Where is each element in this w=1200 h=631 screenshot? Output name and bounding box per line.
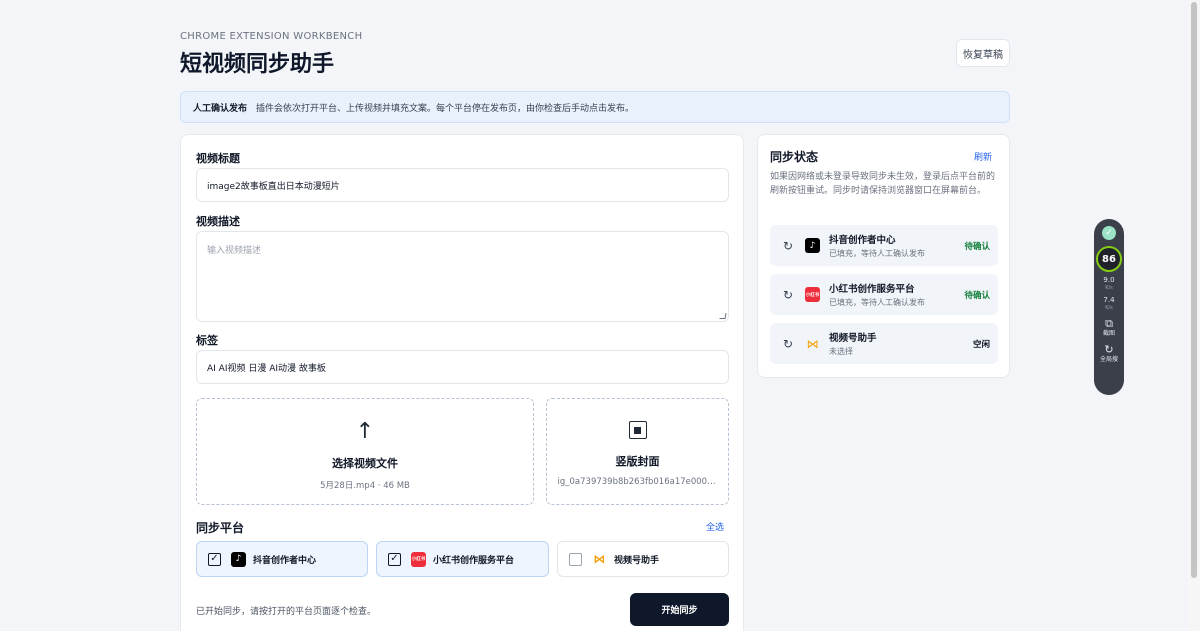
platform-option-douyin[interactable]: ✓ ♪ 抖音创作者中心: [196, 541, 368, 577]
screenshot-label: 截图: [1102, 330, 1115, 337]
cover-file-info: ig_0a739739b8b263fb016a17e0002...: [557, 477, 718, 487]
platform-name: 抖音创作者中心: [253, 555, 317, 566]
select-all-link[interactable]: 全选: [706, 520, 724, 533]
status-platform-name: 抖音创作者中心: [829, 235, 896, 246]
download-speed: 7.4 K/s: [1103, 296, 1114, 312]
platform-name: 小红书创作服务平台: [433, 555, 515, 566]
scrollbar-thumb[interactable]: [1191, 2, 1197, 578]
sync-status-card: 同步状态 刷新 如果因网络或未登录导致同步未生效，登录后点平台前的刷新按钮重试。…: [757, 134, 1010, 378]
xiaohongshu-icon: 小红书: [805, 287, 820, 302]
xiaohongshu-icon: 小红书: [411, 551, 426, 567]
description-textarea[interactable]: 输入视频描述: [196, 231, 729, 322]
status-badge: 待确认: [964, 290, 990, 301]
title-input[interactable]: image2故事板直出日本动漫短片: [196, 168, 729, 202]
wechat-channels-icon: ⋈: [806, 336, 819, 351]
checkbox-checked-icon[interactable]: ✓: [208, 552, 221, 566]
status-platform-detail: 已填充，等待人工确认发布: [829, 249, 925, 258]
upload-speed-unit: K/s: [1105, 285, 1113, 291]
retry-refresh-icon[interactable]: ↻: [783, 337, 805, 351]
header-eyebrow: CHROME EXTENSION WORKBENCH: [180, 31, 363, 42]
check-circle-icon[interactable]: ✓: [1102, 226, 1116, 240]
platform-name: 视频号助手: [614, 555, 660, 566]
douyin-icon: ♪: [805, 238, 820, 253]
refresh-link[interactable]: 刷新: [974, 150, 992, 163]
search-refresh-icon: ↻: [1104, 343, 1114, 356]
status-item-wechat-channels: ↻ ⋈ 视频号助手 未选择 空闲: [770, 323, 998, 364]
page-title: 短视频同步助手: [180, 52, 335, 77]
notice-banner: 人工确认发布 插件会依次打开平台、上传视频并填充文案。每个平台停在发布页，由你检…: [180, 91, 1010, 123]
platforms-title: 同步平台: [196, 521, 245, 535]
status-item-douyin: ↻ ♪ 抖音创作者中心 已填充，等待人工确认发布 待确认: [770, 225, 998, 266]
platform-option-wechat-channels[interactable]: ⋈ 视频号助手: [557, 541, 729, 577]
floating-monitor-widget: ✓ 86 9.0 K/s 7.4 K/s ⧉ 截图 ↻ 全局搜: [1094, 219, 1124, 395]
video-upload-dropzone[interactable]: ↑ 选择视频文件 5月28日.mp4 · 46 MB: [196, 398, 534, 505]
sync-status-text: 已开始同步，请按打开的平台页面逐个检查。: [196, 607, 377, 617]
restore-draft-button[interactable]: 恢复草稿: [956, 39, 1010, 67]
status-badge: 空闲: [972, 339, 990, 350]
platform-option-xiaohongshu[interactable]: ✓ 小红书 小红书创作服务平台: [376, 541, 549, 577]
status-item-xiaohongshu: ↻ 小红书 小红书创作服务平台 已填充，等待人工确认发布 待确认: [770, 274, 998, 315]
status-description: 如果因网络或未登录导致同步未生效，登录后点平台前的刷新按钮重试。同步时请保持浏览…: [770, 172, 996, 196]
upload-arrow-icon: ↑: [355, 419, 375, 444]
status-platform-detail: 未选择: [829, 347, 853, 356]
description-label: 视频描述: [196, 215, 240, 228]
cover-upload-dropzone[interactable]: 竖版封面 ig_0a739739b8b263fb016a17e0002...: [546, 398, 729, 505]
resize-grip-icon[interactable]: [719, 313, 727, 319]
status-title: 同步状态: [770, 150, 819, 164]
global-search-label: 全局搜: [1099, 356, 1118, 363]
status-platform-name: 视频号助手: [829, 333, 877, 344]
tags-label: 标签: [196, 334, 218, 347]
cover-upload-title: 竖版封面: [615, 455, 660, 468]
global-search-tool[interactable]: ↻ 全局搜: [1100, 344, 1118, 364]
download-speed-unit: K/s: [1105, 305, 1113, 311]
score-gauge[interactable]: 86: [1096, 246, 1122, 272]
wechat-channels-icon: ⋈: [593, 552, 606, 566]
checkbox-unchecked-icon[interactable]: [569, 552, 582, 566]
checkbox-checked-icon[interactable]: ✓: [388, 552, 401, 566]
status-badge: 待确认: [964, 241, 990, 252]
crop-icon: ⧉: [1105, 317, 1113, 330]
upload-speed: 9.0 K/s: [1103, 276, 1114, 292]
notice-label: 人工确认发布: [193, 103, 248, 114]
publish-form-card: 视频标题 image2故事板直出日本动漫短片 视频描述 输入视频描述 标签 AI…: [180, 134, 744, 631]
description-placeholder: 输入视频描述: [207, 246, 262, 256]
status-platform-name: 小红书创作服务平台: [829, 284, 915, 295]
cover-image-icon: [628, 421, 647, 439]
notice-text: 插件会依次打开平台、上传视频并填充文案。每个平台停在发布页，由你检查后手动点击发…: [256, 103, 635, 114]
upload-speed-value: 9.0: [1103, 276, 1115, 284]
video-file-info: 5月28日.mp4 · 46 MB: [320, 481, 410, 491]
retry-refresh-icon[interactable]: ↻: [783, 288, 805, 302]
start-sync-button[interactable]: 开始同步: [630, 593, 729, 626]
retry-refresh-icon[interactable]: ↻: [783, 239, 805, 253]
video-upload-title: 选择视频文件: [332, 457, 398, 470]
screenshot-tool[interactable]: ⧉ 截图: [1103, 318, 1115, 338]
title-label: 视频标题: [196, 152, 240, 165]
tags-input[interactable]: AI AI视频 日漫 AI动漫 故事板: [196, 350, 729, 384]
douyin-icon: ♪: [231, 551, 246, 567]
download-speed-value: 7.4: [1103, 296, 1115, 304]
status-platform-detail: 已填充，等待人工确认发布: [829, 298, 925, 307]
